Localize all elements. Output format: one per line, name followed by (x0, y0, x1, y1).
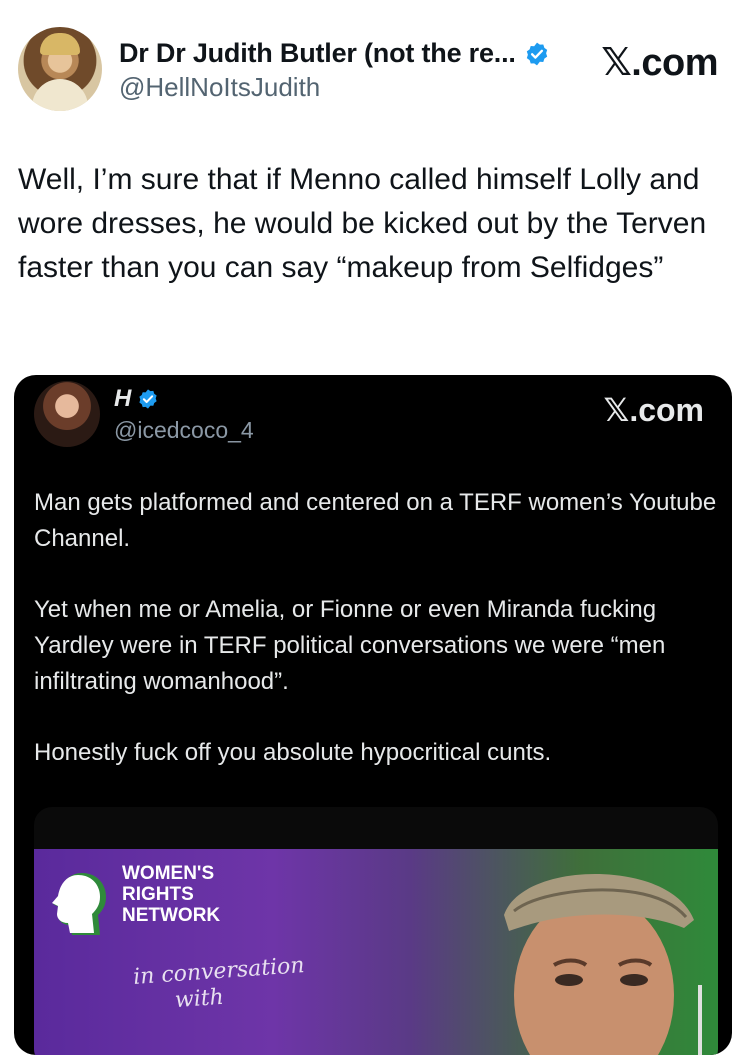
quoted-verified-badge-icon (139, 389, 157, 409)
in-conversation-with-text: in conversation with (132, 953, 307, 1017)
quoted-author-display-name[interactable]: H (114, 385, 131, 413)
quoted-author-handle[interactable]: @icedcoco_4 (114, 417, 254, 444)
video-thumbnail[interactable]: WOMEN'S RIGHTS NETWORK in conversation w… (34, 849, 718, 1055)
guest-photo (504, 874, 702, 1055)
quoted-tweet-text: Man gets platformed and centered on a TE… (34, 485, 724, 806)
quoted-x-com-logo: 𝕏.com (603, 392, 704, 428)
x-com-logo: 𝕏.com (601, 42, 718, 84)
quoted-media[interactable]: WOMEN'S RIGHTS NETWORK in conversation w… (34, 807, 718, 1055)
quoted-paragraph: Man gets platformed and centered on a TE… (34, 489, 717, 552)
quoted-author-avatar[interactable] (34, 381, 100, 447)
tweet-text: Well, I’m sure that if Menno called hims… (18, 163, 715, 284)
womens-rights-network-logo-icon (52, 873, 106, 935)
verified-badge-icon (526, 42, 547, 65)
quoted-tweet[interactable]: H @icedcoco_4 𝕏.com Man gets platformed … (14, 375, 732, 1055)
author-name-row: Dr Dr Judith Butler (not the re... (119, 38, 550, 69)
quoted-paragraph: Yet when me or Amelia, or Fionne or even… (34, 596, 666, 695)
womens-rights-network-title: WOMEN'S RIGHTS NETWORK (122, 863, 282, 926)
quoted-author-name-row: H (114, 385, 159, 413)
author-display-name[interactable]: Dr Dr Judith Butler (not the re... (119, 38, 516, 69)
quoted-paragraph: Honestly fuck off you absolute hypocriti… (34, 739, 552, 766)
tweet-header: Dr Dr Judith Butler (not the re... @Hell… (0, 0, 750, 140)
org-name-line: WOMEN'S (122, 863, 215, 884)
author-handle[interactable]: @HellNoItsJudith (119, 72, 320, 103)
org-name-line: NETWORK (122, 905, 221, 926)
author-avatar[interactable] (18, 27, 102, 111)
org-name-line: RIGHTS (122, 884, 194, 905)
